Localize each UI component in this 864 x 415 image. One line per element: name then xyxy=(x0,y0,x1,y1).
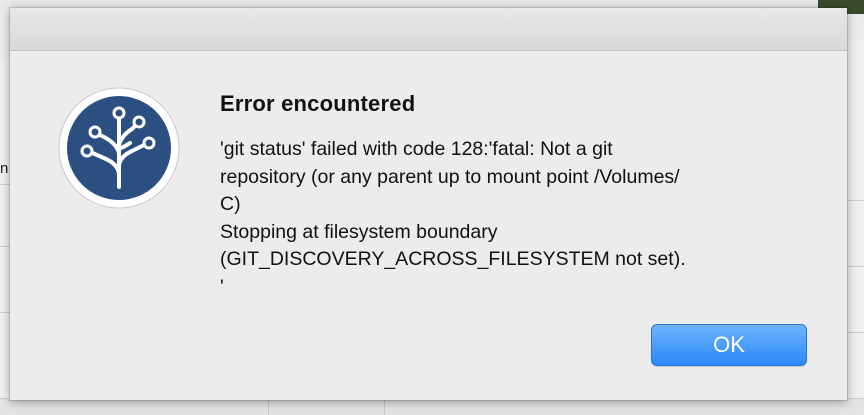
error-alert-sheet: Error encountered 'git status' failed wi… xyxy=(10,8,847,400)
background-left-text: n xyxy=(0,160,9,177)
sheet-top-bar xyxy=(10,8,847,51)
background-row-divider xyxy=(0,246,10,247)
background-row-divider xyxy=(848,332,864,333)
ok-button[interactable]: OK xyxy=(651,324,807,366)
background-row-divider xyxy=(848,266,864,267)
background-row-divider xyxy=(0,184,10,185)
background-right-panel xyxy=(848,40,864,414)
background-row-divider xyxy=(848,200,864,201)
background-row-divider xyxy=(0,312,10,313)
background-column-separator xyxy=(384,399,385,415)
background-column-separator xyxy=(268,399,269,415)
alert-message: 'git status' failed with code 128:'fatal… xyxy=(220,138,686,298)
sourcetree-icon xyxy=(58,87,180,209)
background-bottom-bar xyxy=(0,398,864,415)
alert-title: Error encountered xyxy=(220,91,416,116)
background-window-top xyxy=(0,0,820,8)
